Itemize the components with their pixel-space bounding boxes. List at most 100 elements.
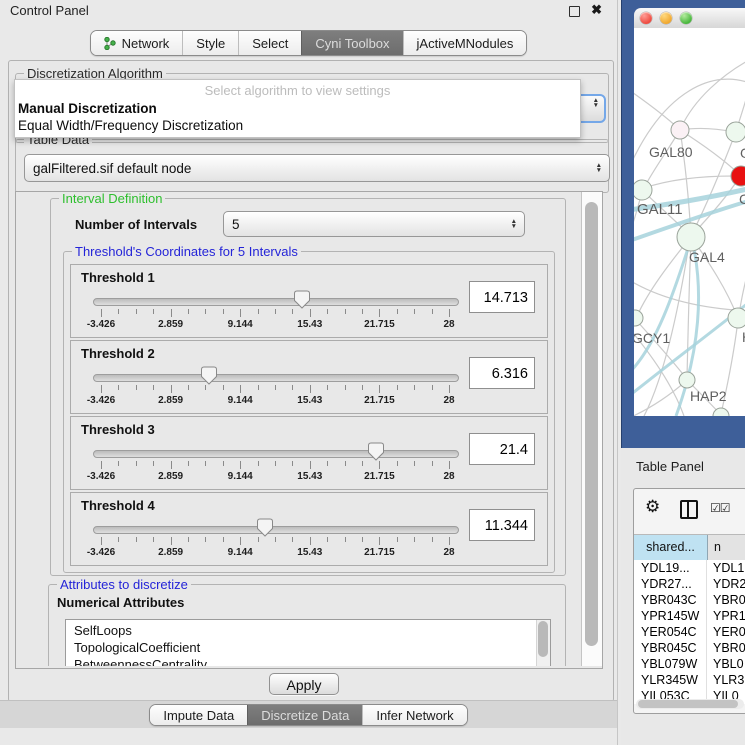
slider-tick [153, 461, 154, 466]
tab-discretize-data[interactable]: Discretize Data [247, 705, 362, 725]
close-icon[interactable]: ✖ [591, 2, 602, 18]
attribute-list-item[interactable]: SelfLoops [74, 622, 132, 639]
attribute-list-item[interactable]: TopologicalCoefficient [74, 639, 200, 656]
slider-tick [153, 385, 154, 390]
threshold-slider-thumb[interactable] [368, 442, 384, 461]
table-cell-name[interactable]: YDR2 [707, 576, 745, 592]
slider-tick [275, 537, 276, 542]
network-node-hap2[interactable] [679, 372, 695, 388]
tab-cyni-toolbox[interactable]: Cyni Toolbox [301, 31, 402, 55]
column-header-shared-name[interactable]: shared... [634, 535, 708, 560]
table-row[interactable]: YLR345WYLR3 [634, 672, 745, 688]
tab-impute-data[interactable]: Impute Data [150, 705, 247, 725]
tab-network[interactable]: Network [91, 31, 183, 55]
threshold-slider-track[interactable] [93, 450, 459, 458]
threshold-slider-track[interactable] [93, 298, 459, 306]
slider-tick [223, 385, 224, 390]
numerical-attributes-label: Numerical Attributes [57, 595, 184, 610]
scrollbar-thumb[interactable] [538, 621, 548, 657]
network-edge[interactable] [644, 176, 734, 188]
slider-tick [432, 537, 433, 542]
column-header-name[interactable]: n [708, 535, 745, 560]
mac-minimize-button[interactable] [660, 12, 672, 24]
slider-tick [101, 385, 102, 393]
tab-style[interactable]: Style [182, 31, 238, 55]
tab-jactivemnodules[interactable]: jActiveMNodules [403, 31, 527, 55]
threshold-slider-track[interactable] [93, 526, 459, 534]
network-node-gal4[interactable] [677, 223, 705, 251]
network-canvas[interactable]: GAL80GACGAL11GAL4GCY1HHAP2 [634, 28, 745, 416]
threshold-value-field[interactable]: 21.4 [469, 433, 535, 465]
table-cell-name[interactable]: YDL1 [707, 560, 745, 576]
table-cell-name[interactable]: YBR0 [707, 592, 745, 608]
table-row[interactable]: YDL19...YDL1 [634, 560, 745, 576]
network-node-ga[interactable] [726, 122, 745, 142]
slider-tick [188, 537, 189, 542]
slider-tick [240, 537, 241, 545]
scrollbar-thumb[interactable] [638, 700, 738, 708]
table-cell-name[interactable]: YLR3 [707, 672, 745, 688]
column-view-icon[interactable] [680, 500, 698, 519]
table-cell-shared-name[interactable]: YER054C [634, 624, 707, 640]
network-edge[interactable] [680, 60, 745, 130]
tab-infer-network[interactable]: Infer Network [362, 705, 466, 725]
table-cell-shared-name[interactable]: YDL19... [634, 560, 707, 576]
window-title: Control Panel [10, 3, 89, 18]
slider-tick [118, 385, 119, 390]
mac-zoom-button[interactable] [680, 12, 692, 24]
table-row[interactable]: YBL079WYBL0 [634, 656, 745, 672]
apply-button[interactable]: Apply [269, 673, 339, 695]
slider-tick [101, 461, 102, 469]
slider-tick [397, 309, 398, 314]
attribute-list-item[interactable]: BetweennessCentrality [74, 656, 207, 666]
threshold-value-field[interactable]: 11.344 [469, 509, 535, 541]
settings-vertical-scrollbar[interactable] [581, 192, 602, 666]
threshold-slider-thumb[interactable] [294, 290, 310, 309]
table-row[interactable]: YDR27...YDR2 [634, 576, 745, 592]
table-row[interactable]: YBR043CYBR0 [634, 592, 745, 608]
table-row[interactable]: YER054CYER0 [634, 624, 745, 640]
table-data-combobox[interactable]: galFiltered.sif default node ▲▼ [24, 154, 610, 182]
settings-gear-icon[interactable]: ⚙ [645, 497, 660, 517]
table-cell-shared-name[interactable]: YLR345W [634, 672, 707, 688]
threshold-slider-thumb[interactable] [201, 366, 217, 385]
mac-close-button[interactable] [640, 12, 652, 24]
tab-select[interactable]: Select [238, 31, 301, 55]
table-cell-shared-name[interactable]: YBR045C [634, 640, 707, 656]
attributes-list-scrollbar[interactable] [536, 620, 550, 666]
threshold-value-field[interactable]: 14.713 [469, 281, 535, 313]
slider-tick [188, 461, 189, 466]
slider-tick [258, 461, 259, 466]
table-cell-name[interactable]: YBR0 [707, 640, 745, 656]
table-horizontal-scrollbar[interactable] [636, 699, 744, 709]
threshold-value-field[interactable]: 6.316 [469, 357, 535, 389]
table-cell-shared-name[interactable]: YPR145W [634, 608, 707, 624]
scrollbar-thumb[interactable] [585, 202, 598, 646]
table-cell-shared-name[interactable]: YBR043C [634, 592, 707, 608]
table-row[interactable]: YPR145WYPR1 [634, 608, 745, 624]
numerical-attributes-list[interactable]: SelfLoopsTopologicalCoefficientBetweenne… [65, 619, 551, 666]
table-cell-name[interactable]: YPR1 [707, 608, 745, 624]
network-window-titlebar[interactable] [634, 8, 745, 29]
table-row[interactable]: YBR045CYBR0 [634, 640, 745, 656]
table-cell-shared-name[interactable]: YDR27... [634, 576, 707, 592]
slider-tick [345, 385, 346, 390]
threshold-slider-track[interactable] [93, 374, 459, 382]
network-edge[interactable] [637, 238, 690, 316]
network-node-gal11[interactable] [634, 180, 652, 200]
table-cell-name[interactable]: YBL0 [707, 656, 745, 672]
dropdown-option-manual-discretization[interactable]: Manual Discretization [18, 101, 157, 116]
table-cell-name[interactable]: YER0 [707, 624, 745, 640]
table-cell-shared-name[interactable]: YBL079W [634, 656, 707, 672]
slider-tick [292, 385, 293, 390]
slider-tick-label: 9.144 [212, 547, 268, 558]
row-select-checkboxes-icon[interactable]: ☑☑ [710, 501, 730, 515]
float-window-icon[interactable] [569, 6, 580, 17]
network-node-gcy1[interactable] [634, 310, 643, 326]
network-node-h[interactable] [728, 308, 745, 328]
dropdown-option-equal-width-frequency[interactable]: Equal Width/Frequency Discretization [18, 118, 243, 133]
slider-tick [136, 461, 137, 466]
threshold-slider-thumb[interactable] [257, 518, 273, 537]
number-of-intervals-combobox[interactable]: 5 ▲▼ [223, 211, 525, 237]
network-node-gal80[interactable] [671, 121, 689, 139]
